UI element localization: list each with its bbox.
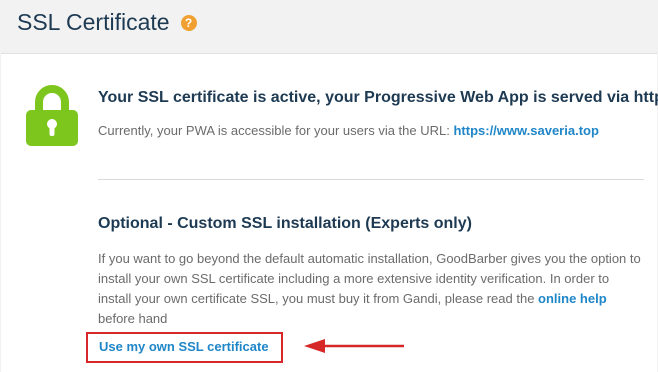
section-divider [98, 179, 644, 180]
online-help-link[interactable]: online help [538, 291, 607, 306]
page-title: SSL Certificate [17, 8, 170, 35]
arrow-left-icon [304, 339, 404, 353]
optional-section-text: If you want to go beyond the default aut… [98, 249, 643, 329]
ssl-status-text: Currently, your PWA is accessible for yo… [98, 123, 599, 138]
use-own-ssl-certificate-link[interactable]: Use my own SSL certificate [99, 339, 269, 354]
lock-icon [26, 85, 78, 146]
optional-description-end: before hand [98, 311, 168, 326]
highlight-box: Use my own SSL certificate [86, 332, 283, 363]
ssl-status-description: Currently, your PWA is accessible for yo… [98, 123, 454, 138]
help-icon[interactable]: ? [180, 15, 197, 31]
optional-section-title: Optional - Custom SSL installation (Expe… [98, 215, 472, 232]
ssl-status-title: Your SSL certificate is active, your Pro… [98, 89, 658, 106]
page-header: SSL Certificate ? [17, 6, 197, 38]
pwa-url-link[interactable]: https://www.saveria.top [453, 123, 598, 138]
